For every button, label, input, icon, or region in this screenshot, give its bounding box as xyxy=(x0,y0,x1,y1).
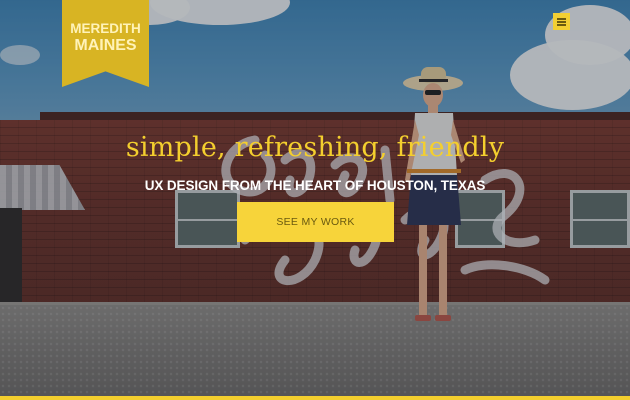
hamburger-menu-icon xyxy=(557,21,566,23)
logo-line-1: MEREDITH xyxy=(70,21,141,36)
hero-subtitle: UX DESIGN FROM THE HEART OF HOUSTON, TEX… xyxy=(144,178,486,193)
menu-button[interactable] xyxy=(553,13,570,30)
bottom-accent-strip xyxy=(0,396,630,400)
logo-line-2: MAINES xyxy=(74,36,137,54)
hero-tagline: simple, refreshing, friendly xyxy=(125,132,505,163)
hamburger-menu-icon xyxy=(557,18,566,20)
see-my-work-button[interactable]: SEE MY WORK xyxy=(237,202,394,242)
logo-text: MEREDITH MAINES xyxy=(62,22,149,54)
hamburger-menu-icon xyxy=(557,24,566,26)
